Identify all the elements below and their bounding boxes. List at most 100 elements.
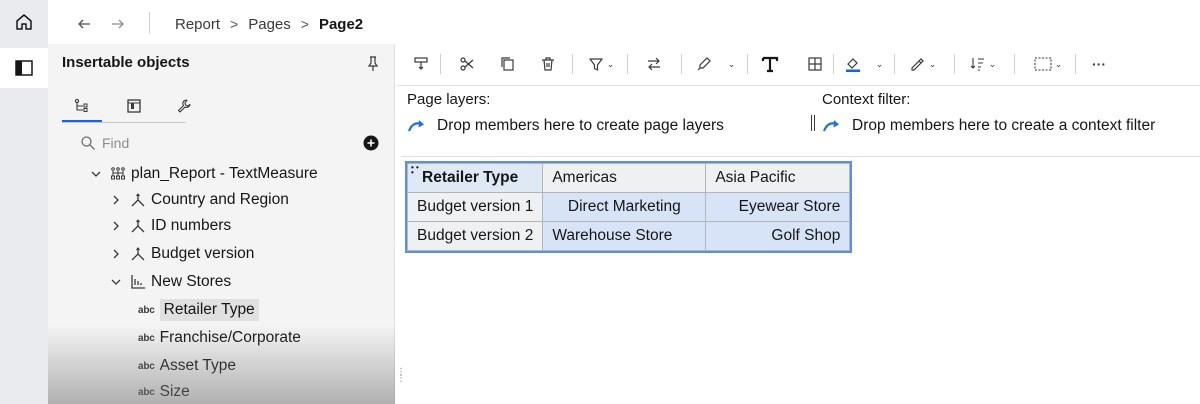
- forward-button[interactable]: [106, 12, 130, 36]
- highlight-dropdown[interactable]: ⌄: [722, 52, 738, 76]
- tree-item-label: ID numbers: [151, 217, 232, 234]
- chevron-right-icon[interactable]: [108, 218, 124, 234]
- pin-icon[interactable]: [365, 54, 381, 74]
- tree-item-label: Asset Type: [159, 357, 237, 374]
- toolbar-divider: [894, 54, 895, 74]
- tree-item-label: Budget version: [151, 245, 255, 262]
- toolbar-divider: [1014, 54, 1015, 74]
- paint-bucket-icon: [846, 58, 860, 72]
- tab-properties[interactable]: [164, 90, 204, 122]
- tab-source[interactable]: [62, 90, 102, 122]
- page-layers-label: Page layers:: [407, 91, 491, 108]
- crosstab-row-header[interactable]: Budget version 2: [406, 221, 544, 251]
- chevron-right-icon: >: [230, 16, 239, 32]
- search-input[interactable]: [102, 131, 342, 155]
- crosstab-row-header[interactable]: Budget version 1: [406, 192, 544, 222]
- breadcrumb-current-page: Page2: [318, 15, 364, 33]
- chevron-right-icon[interactable]: [108, 192, 124, 208]
- arrow-left-icon: [78, 19, 90, 29]
- add-circle-icon[interactable]: [363, 135, 379, 151]
- left-rail: [0, 44, 48, 404]
- panel-resize-handle[interactable]: ⋮ ⋮: [396, 368, 406, 388]
- home-button[interactable]: [0, 0, 48, 44]
- context-filter-label: Context filter:: [822, 91, 911, 108]
- pencil-icon: [911, 58, 924, 71]
- tree-item-data-item[interactable]: abc Retailer Type: [48, 298, 485, 322]
- crosstab-row: Budget version 1 Direct Marketing Eyewea…: [406, 192, 851, 222]
- border-style-button[interactable]: ⌄: [906, 52, 940, 76]
- query-list-icon: [130, 274, 146, 290]
- borders-button[interactable]: ⌄: [1028, 52, 1068, 76]
- paint-roller-icon: [414, 57, 428, 70]
- chevron-down-icon: ⌄: [1054, 58, 1063, 69]
- crosstab-corner[interactable]: • • • Retailer Type: [406, 163, 544, 193]
- swap-icon: [648, 57, 660, 71]
- page-layers-hint: Drop members here to create page layers: [437, 117, 724, 134]
- marker-icon: [697, 57, 711, 71]
- back-button[interactable]: [72, 12, 96, 36]
- toggle-panel-button[interactable]: [0, 48, 48, 88]
- crosstab-cell[interactable]: Eyewear Store: [705, 192, 851, 222]
- chevron-down-icon[interactable]: [108, 274, 124, 290]
- crosstab-table: • • • Retailer Type Americas Asia Pacific…: [406, 163, 851, 251]
- fill-color-button[interactable]: [841, 52, 865, 76]
- crosstab-column-header[interactable]: Asia Pacific: [705, 163, 851, 193]
- filter-button[interactable]: ⌄: [584, 52, 618, 76]
- text-button[interactable]: [758, 52, 782, 76]
- drag-handle-icon[interactable]: • • •: [411, 164, 419, 177]
- sort-icon: [970, 58, 984, 71]
- chevron-down-icon: ⌄: [988, 58, 997, 69]
- dimension-icon: [130, 192, 146, 208]
- toolbar-divider: [954, 54, 955, 74]
- breadcrumb-item-pages[interactable]: Pages: [248, 16, 291, 33]
- tree-item-label: Franchise/Corporate: [159, 329, 301, 346]
- tree-item-dimension[interactable]: Budget version: [48, 242, 455, 266]
- crosstab-cell[interactable]: Direct Marketing: [542, 192, 707, 222]
- crosstab-row: Budget version 2 Warehouse Store Golf Sh…: [406, 221, 851, 251]
- text-type-icon: abc: [138, 386, 155, 398]
- arrow-right-icon: [112, 19, 124, 29]
- curved-arrow-icon: [822, 120, 839, 132]
- side-panel-icon: [15, 60, 33, 76]
- crosstab-cell[interactable]: Warehouse Store: [542, 221, 707, 251]
- fill-color-dropdown[interactable]: ⌄: [870, 52, 886, 76]
- table-button[interactable]: [803, 52, 827, 76]
- toolbar-divider: [1075, 54, 1076, 74]
- insert-above-button[interactable]: [409, 52, 433, 76]
- tree-item-label-selected: Retailer Type: [159, 299, 259, 321]
- tree-item-query[interactable]: New Stores: [48, 270, 435, 294]
- toolbar-divider: [747, 54, 748, 74]
- breadcrumb-item-report[interactable]: Report: [175, 16, 220, 33]
- toolbar-divider: [627, 54, 628, 74]
- crosstab[interactable]: • • • Retailer Type Americas Asia Pacific…: [405, 161, 853, 253]
- context-filter-drop-target[interactable]: Drop members here to create a context fi…: [822, 117, 1155, 135]
- page-layers-drop-target[interactable]: Drop members here to create page layers: [407, 117, 724, 135]
- more-options-button[interactable]: ···: [1087, 52, 1111, 76]
- text-type-icon: abc: [138, 360, 155, 372]
- home-icon: [16, 14, 32, 30]
- tree-item-data-item[interactable]: abc Franchise/Corporate: [48, 326, 485, 350]
- tree-item-package[interactable]: plan_Report - TextMeasure: [48, 162, 435, 186]
- sort-button[interactable]: ⌄: [966, 52, 1000, 76]
- copy-button[interactable]: [496, 52, 520, 76]
- highlight-button[interactable]: [692, 52, 716, 76]
- text-type-icon: abc: [138, 332, 155, 344]
- crosstab-cell[interactable]: Golf Shop: [705, 221, 851, 251]
- zone-splitter-handle[interactable]: [811, 115, 815, 131]
- delete-button[interactable]: [536, 52, 560, 76]
- chevron-right-icon[interactable]: [108, 246, 124, 262]
- chevron-down-icon[interactable]: [88, 166, 104, 182]
- dimension-icon: [130, 218, 146, 234]
- swap-rows-columns-button[interactable]: [642, 52, 666, 76]
- tree-item-data-item[interactable]: abc Size: [48, 380, 485, 404]
- crosstab-column-header[interactable]: Americas: [542, 163, 707, 193]
- tree-item-label: Size: [159, 383, 190, 400]
- tree-item-dimension[interactable]: ID numbers: [48, 214, 455, 238]
- cut-button[interactable]: [455, 52, 479, 76]
- package-icon: [110, 166, 126, 182]
- chevron-down-icon: ⌄: [727, 58, 736, 69]
- source-tree-icon: [74, 98, 88, 112]
- tab-toolbox[interactable]: [114, 90, 154, 122]
- tree-item-data-item[interactable]: abc Asset Type: [48, 354, 485, 378]
- tree-item-dimension[interactable]: Country and Region: [48, 188, 455, 212]
